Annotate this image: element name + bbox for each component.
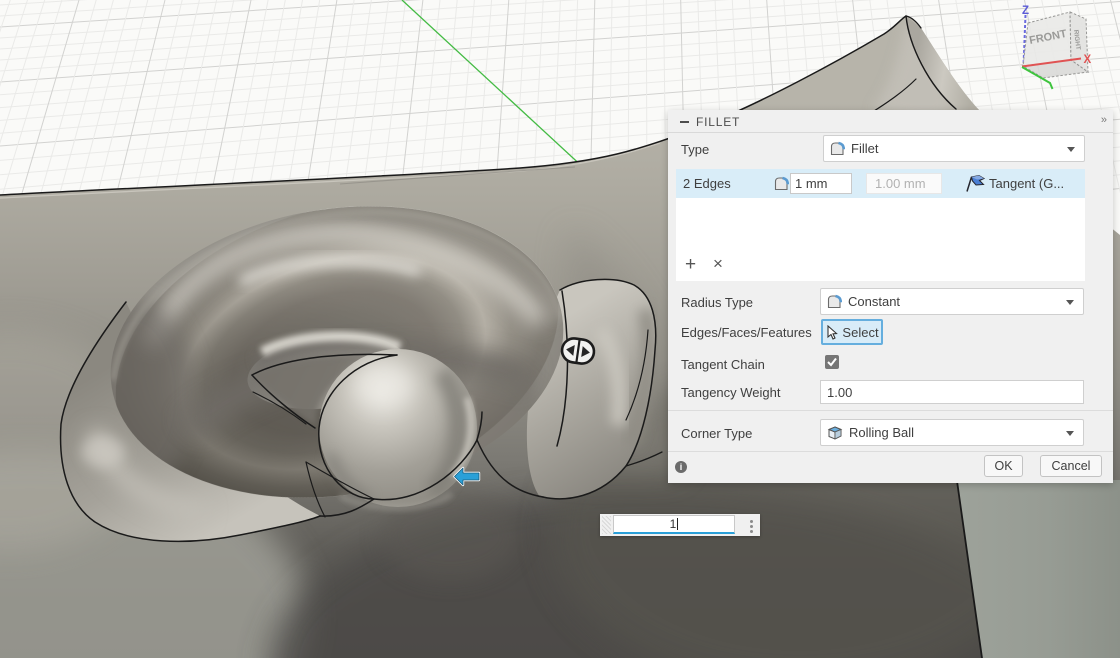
svg-text:X: X (1084, 54, 1092, 66)
